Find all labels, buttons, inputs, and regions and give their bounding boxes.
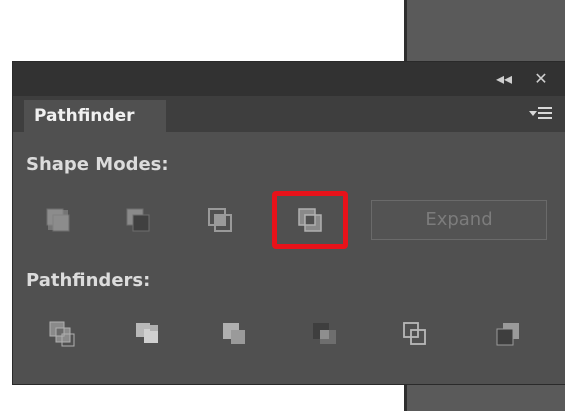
expand-button[interactable]: Expand: [371, 200, 547, 240]
minus-front-button[interactable]: [121, 203, 155, 237]
minus-back-icon: [496, 323, 519, 346]
trim-icon: [136, 323, 158, 343]
merge-icon: [223, 323, 245, 344]
crop-button[interactable]: [308, 317, 342, 351]
unite-button[interactable]: [41, 203, 75, 237]
pathfinder-panel: ◂◂ ✕ Pathfinder Shape Modes: Expand Path…: [13, 62, 565, 384]
unite-icon: [46, 208, 70, 232]
tab-bar: Pathfinder: [13, 96, 565, 132]
outline-icon: [403, 322, 426, 345]
divide-button[interactable]: [45, 317, 79, 351]
pathfinders-label: Pathfinders:: [26, 270, 151, 291]
panel-titlebar[interactable]: ◂◂ ✕: [13, 62, 565, 96]
merge-button[interactable]: [218, 317, 252, 351]
minus-back-button[interactable]: [491, 317, 525, 351]
panel-menu-icon[interactable]: [527, 104, 555, 124]
crop-icon: [313, 323, 336, 344]
shape-modes-label: Shape Modes:: [26, 154, 169, 175]
close-panel-button[interactable]: ✕: [530, 68, 552, 90]
exclude-highlight-box: [272, 191, 348, 249]
collapse-panel-button[interactable]: ◂◂: [493, 68, 515, 90]
intersect-icon: [208, 208, 232, 232]
intersect-button[interactable]: [203, 203, 237, 237]
tab-pathfinder[interactable]: Pathfinder: [24, 100, 166, 132]
minus-front-icon: [126, 208, 150, 232]
trim-button[interactable]: [131, 317, 165, 351]
divide-icon: [49, 321, 75, 347]
outline-button[interactable]: [399, 317, 433, 351]
